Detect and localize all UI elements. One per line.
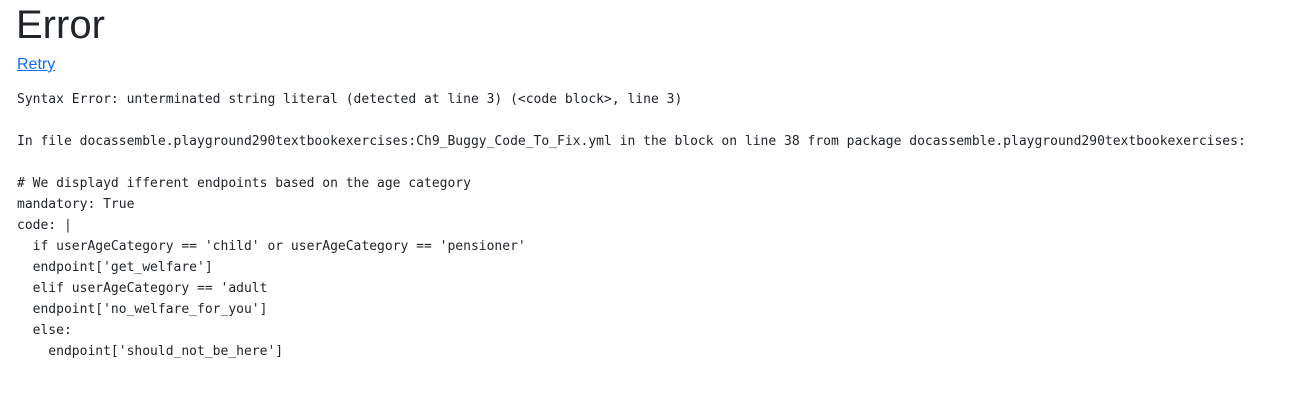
retry-link[interactable]: Retry — [17, 55, 55, 75]
error-page: Error Retry Syntax Error: unterminated s… — [16, 0, 1290, 362]
error-message: Syntax Error: unterminated string litera… — [17, 92, 1246, 359]
page-title: Error — [16, 3, 105, 47]
